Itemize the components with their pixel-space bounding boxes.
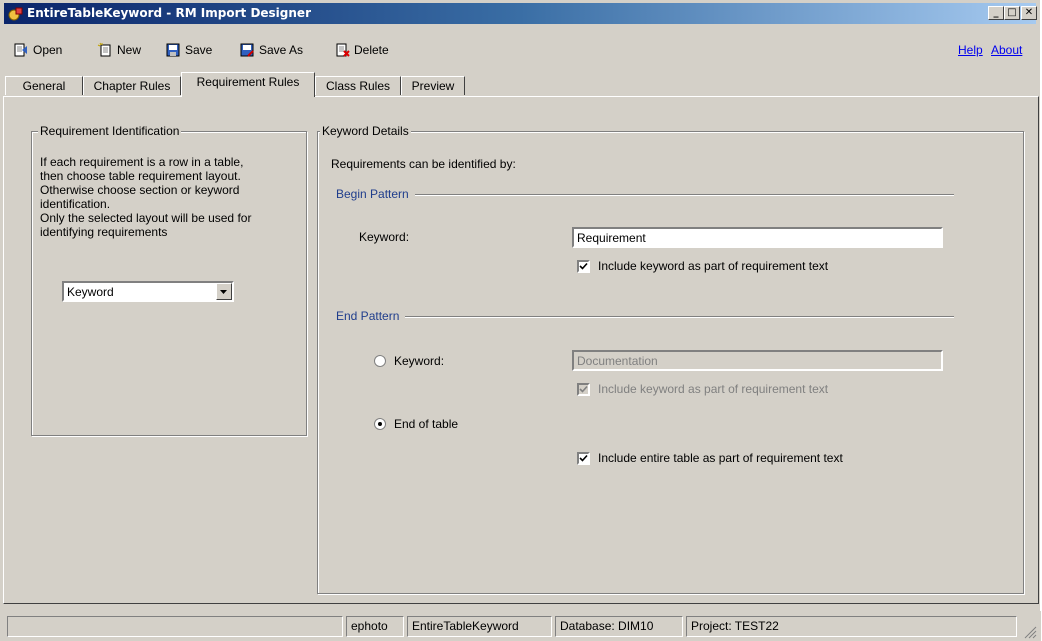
save-icon	[166, 43, 180, 57]
description-line: Only the selected layout will be used fo…	[40, 211, 252, 225]
begin-include-keyword-checkbox[interactable]	[577, 260, 590, 273]
layout-select-value: Keyword	[67, 285, 114, 299]
save-as-label: Save As	[259, 43, 304, 57]
identified-by-text: Requirements can be identified by:	[331, 157, 516, 171]
app-icon	[8, 7, 23, 21]
requirement-identification-group: Requirement Identification If each requi…	[31, 124, 307, 436]
description-line: identification.	[40, 197, 111, 211]
close-button[interactable]: ✕	[1021, 6, 1037, 20]
status-bar: ephoto EntireTableKeyword Database: DIM1…	[1, 611, 1041, 641]
tab-general[interactable]: General	[5, 76, 83, 95]
description-line: identifying requirements	[40, 225, 168, 239]
requirement-rules-panel: Requirement Identification If each requi…	[3, 96, 1039, 604]
status-design: EntireTableKeyword	[407, 616, 552, 637]
end-pattern-divider	[346, 316, 954, 318]
end-keyword-radio-label: Keyword:	[394, 354, 445, 368]
layout-dropdown-button[interactable]	[216, 283, 232, 300]
begin-keyword-input[interactable]: Requirement	[572, 227, 943, 248]
tab-preview[interactable]: Preview	[401, 76, 465, 95]
checkmark-icon	[579, 454, 588, 462]
begin-pattern-divider	[346, 194, 954, 196]
save-button[interactable]: Save	[165, 41, 212, 59]
tab-class-rules[interactable]: Class Rules	[315, 76, 401, 95]
checkmark-icon	[579, 262, 588, 270]
save-label: Save	[185, 43, 213, 57]
requirement-identification-description: If each requirement is a row in a table,…	[40, 155, 251, 239]
keyword-details-group: Keyword Details Requirements can be iden…	[317, 124, 1024, 594]
title-bar[interactable]: EntireTableKeyword - RM Import Designer …	[4, 3, 1037, 24]
end-keyword-radio[interactable]	[374, 355, 386, 367]
status-cell-empty	[7, 616, 343, 637]
requirement-identification-legend: Requirement Identification	[38, 124, 182, 138]
begin-keyword-label: Keyword:	[359, 230, 410, 244]
new-label: New	[117, 43, 142, 57]
description-line: If each requirement is a row in a table,	[40, 155, 244, 169]
maximize-button[interactable]: □	[1004, 6, 1020, 20]
delete-icon	[336, 43, 350, 57]
description-line: then choose table requirement layout.	[40, 169, 241, 183]
begin-pattern-label: Begin Pattern	[336, 187, 415, 201]
end-of-table-radio[interactable]	[374, 418, 386, 430]
include-entire-table-checkbox[interactable]	[577, 452, 590, 465]
end-keyword-input[interactable]: Documentation	[572, 350, 943, 371]
new-icon	[97, 42, 111, 57]
tab-requirement-rules[interactable]: Requirement Rules	[181, 72, 315, 97]
window-title: EntireTableKeyword - RM Import Designer	[27, 6, 311, 20]
app-window: EntireTableKeyword - RM Import Designer …	[0, 0, 1041, 641]
description-line: Otherwise choose section or keyword	[40, 183, 240, 197]
delete-button[interactable]: Delete	[334, 41, 389, 59]
open-button[interactable]: Open	[13, 41, 62, 59]
open-icon	[14, 43, 27, 57]
end-pattern-label: End Pattern	[336, 309, 406, 323]
minimize-button[interactable]: _	[988, 6, 1004, 20]
status-user: ephoto	[346, 616, 404, 637]
checkmark-icon	[579, 385, 588, 393]
status-database: Database: DIM10	[555, 616, 683, 637]
status-project: Project: TEST22	[686, 616, 1017, 637]
end-of-table-label: End of table	[394, 417, 459, 431]
open-label: Open	[33, 43, 63, 57]
end-include-keyword-label: Include keyword as part of requirement t…	[598, 382, 829, 396]
help-link[interactable]: Help	[958, 43, 983, 57]
delete-label: Delete	[354, 43, 389, 57]
tab-chapter-rules[interactable]: Chapter Rules	[83, 76, 181, 95]
resize-grip-icon[interactable]	[1023, 625, 1037, 639]
end-include-keyword-checkbox[interactable]	[577, 383, 590, 396]
save-as-icon	[240, 43, 254, 57]
radio-selected-dot	[378, 422, 382, 426]
about-link[interactable]: About	[991, 43, 1022, 57]
include-entire-table-label: Include entire table as part of requirem…	[598, 451, 843, 465]
keyword-details-legend: Keyword Details	[320, 124, 411, 138]
new-button[interactable]: New	[97, 41, 141, 59]
layout-select[interactable]: Keyword	[62, 281, 234, 302]
toolbar: Open New Save Save As Delete Help About	[1, 28, 1041, 68]
dropdown-arrow-icon	[220, 290, 227, 294]
save-as-button[interactable]: Save As	[239, 41, 303, 59]
begin-include-keyword-label: Include keyword as part of requirement t…	[598, 259, 829, 273]
